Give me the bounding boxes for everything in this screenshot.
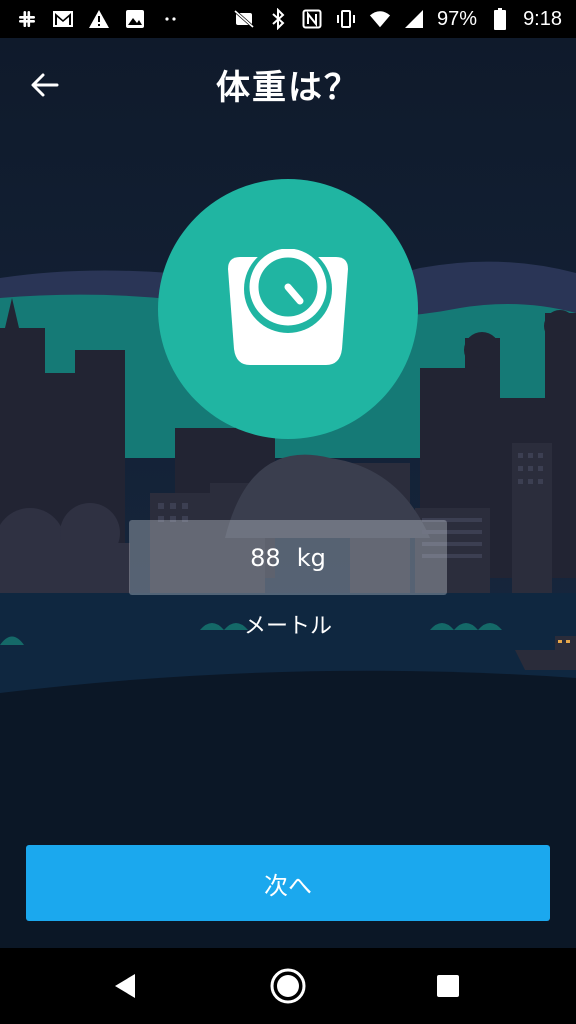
nfc-icon — [301, 8, 323, 30]
city-background-illustration — [0, 38, 576, 948]
nav-back-button[interactable] — [106, 966, 146, 1006]
weight-unit: kg — [296, 543, 326, 572]
warning-icon — [88, 8, 110, 30]
next-button[interactable]: 次へ — [26, 845, 550, 921]
scale-icon — [228, 249, 348, 365]
clock: 9:18 — [523, 7, 562, 30]
signal-icon — [403, 8, 425, 30]
square-recents-icon — [437, 975, 459, 997]
navigation-bar — [0, 948, 576, 1024]
vibrate-icon — [335, 8, 357, 30]
wifi-icon — [369, 8, 391, 30]
battery-percentage: 97% — [437, 7, 478, 30]
no-sim-icon — [233, 8, 255, 30]
page-title: 体重は？ — [216, 68, 360, 108]
circle-home-icon — [270, 968, 306, 1004]
gmail-icon — [52, 8, 74, 30]
weight-value: 88 — [250, 543, 281, 572]
battery-icon — [489, 8, 511, 30]
scale-illustration — [158, 179, 418, 439]
triangle-back-icon — [115, 974, 135, 998]
image-icon — [124, 8, 146, 30]
nav-home-button[interactable] — [268, 966, 308, 1006]
slack-icon — [16, 8, 38, 30]
status-bar: 97% 9:18 — [0, 0, 576, 38]
bluetooth-icon — [267, 8, 289, 30]
weight-input[interactable]: 88 kg — [129, 520, 447, 595]
unit-toggle-link[interactable]: メートル — [0, 608, 576, 640]
more-dots-icon — [160, 8, 182, 30]
nav-recents-button[interactable] — [428, 966, 468, 1006]
